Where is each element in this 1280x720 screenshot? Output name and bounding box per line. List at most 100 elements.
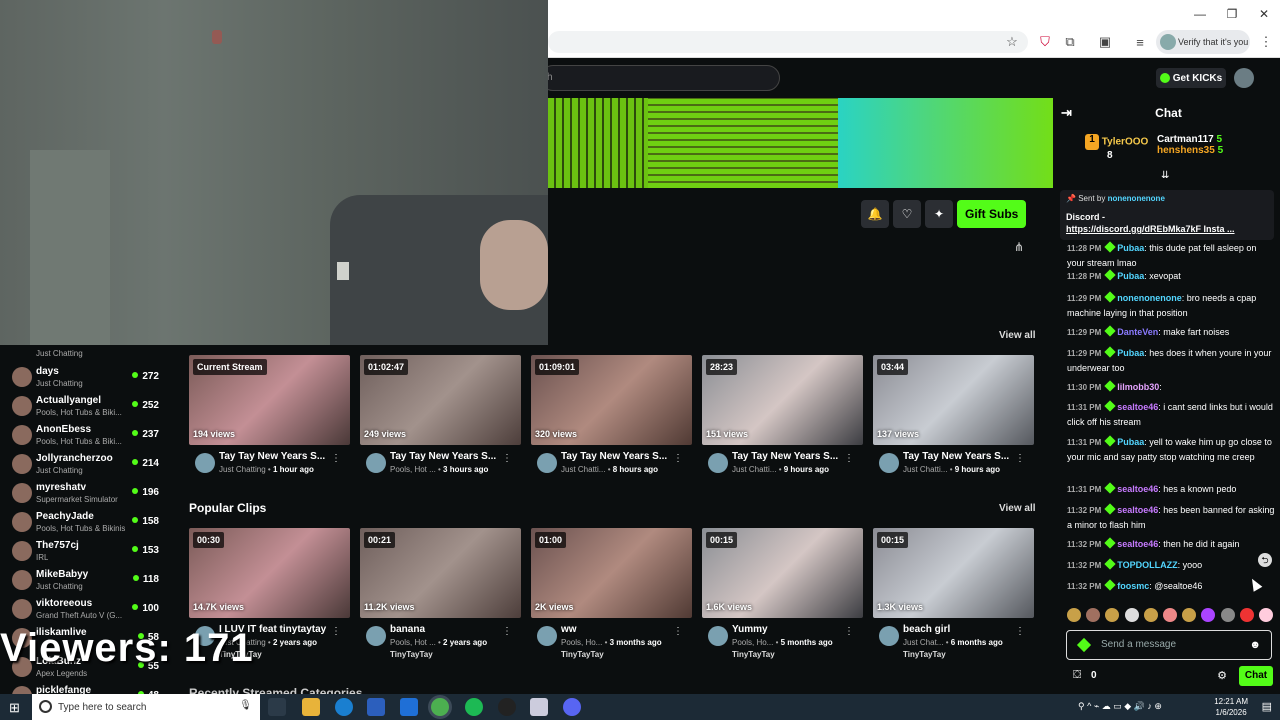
sidebar-channel[interactable]: viktoreeous Grand Theft Auto V (G... 100 — [10, 596, 165, 624]
channel-name[interactable]: TinyTayTay — [903, 650, 946, 659]
emote-icon[interactable] — [1143, 608, 1158, 622]
extension-shield-icon[interactable]: ⛉ — [1037, 34, 1053, 50]
share-icon[interactable]: ⋔ — [1014, 240, 1024, 254]
card-title[interactable]: Tay Tay New Years S... — [561, 451, 677, 462]
expand-gifters-icon[interactable]: ⇊ — [1161, 170, 1169, 181]
scroll-to-bottom-icon[interactable]: ⮌ — [1258, 553, 1272, 567]
bookmark-star-icon[interactable]: ☆ — [1004, 34, 1020, 50]
sidebar-channel[interactable]: Actuallyangel Pools, Hot Tubs & Biki... 25… — [10, 393, 165, 421]
avatar[interactable] — [366, 453, 386, 473]
view-all-videos-link[interactable]: View all — [999, 330, 1036, 341]
chat-settings-gear-icon[interactable]: ⚙ — [1217, 669, 1227, 682]
file-explorer-icon[interactable] — [302, 698, 320, 716]
windows-start-icon[interactable]: ⊞ — [9, 700, 20, 716]
screenshot-icon[interactable]: ▣ — [1097, 34, 1113, 50]
search-input[interactable]: h — [540, 65, 780, 91]
avatar[interactable] — [537, 453, 557, 473]
close-icon[interactable]: ✕ — [1248, 0, 1280, 28]
more-options-icon[interactable]: ⋮ — [673, 453, 683, 464]
discord-link[interactable]: https://discord.gg/dREbMka7kF Insta ... — [1066, 224, 1235, 234]
task-view-icon[interactable] — [268, 698, 286, 716]
card-title[interactable]: ww — [561, 624, 677, 635]
notifications-icon[interactable]: ▤ — [1262, 700, 1272, 713]
view-all-clips-link[interactable]: View all — [999, 503, 1036, 514]
get-kicks-button[interactable]: Get KICKs — [1156, 68, 1226, 88]
emote-icon[interactable] — [1220, 608, 1235, 622]
thumbnail[interactable]: 01:00 2K views — [531, 528, 692, 618]
chat-username[interactable]: nonenonenone — [1117, 293, 1182, 303]
thumbnail[interactable]: Current Stream 194 views — [189, 355, 350, 445]
chat-username[interactable]: Pubaa — [1117, 348, 1144, 358]
clip-card[interactable]: 00:21 11.2K views banana Pools, Hot ... … — [360, 528, 522, 659]
thumbnail[interactable]: 00:15 1.3K views — [873, 528, 1034, 618]
chat-username[interactable]: DanteVen — [1117, 327, 1158, 337]
video-card[interactable]: 28:23 151 views Tay Tay New Years S... J… — [702, 355, 864, 475]
mail-icon[interactable] — [400, 698, 418, 716]
more-options-icon[interactable]: ⋮ — [502, 626, 512, 637]
thumbnail[interactable]: 03:44 137 views — [873, 355, 1034, 445]
obs-icon[interactable] — [498, 698, 516, 716]
more-options-icon[interactable]: ⋮ — [331, 453, 341, 464]
emote-icon[interactable] — [1239, 608, 1254, 622]
emoji-icon[interactable]: ☻ — [1249, 639, 1261, 651]
more-options-icon[interactable]: ⋮ — [502, 453, 512, 464]
more-options-icon[interactable]: ⋮ — [1015, 626, 1025, 637]
sidebar-channel[interactable]: AnonEbess Pools, Hot Tubs & Biki... 237 — [10, 422, 165, 450]
emote-icon[interactable] — [1086, 608, 1101, 622]
avatar[interactable] — [708, 453, 728, 473]
card-title[interactable]: banana — [390, 624, 506, 635]
more-options-icon[interactable]: ⋮ — [844, 626, 854, 637]
more-options-icon[interactable]: ⋮ — [844, 453, 854, 464]
extensions-icon[interactable]: ⧉ — [1062, 34, 1078, 50]
card-title[interactable]: Tay Tay New Years S... — [903, 451, 1019, 462]
avatar[interactable] — [195, 453, 215, 473]
gift-subs-button[interactable]: Gift Subs — [957, 200, 1027, 228]
more-options-icon[interactable]: ⋮ — [331, 626, 341, 637]
more-options-icon[interactable]: ⋮ — [673, 626, 683, 637]
emote-icon[interactable] — [1162, 608, 1177, 622]
sidebar-channel[interactable]: The757cj IRL 153 — [10, 538, 165, 566]
address-bar[interactable] — [548, 31, 1028, 53]
channel-name[interactable]: TinyTayTay — [732, 650, 775, 659]
kicks-wallet-icon[interactable]: ⛋ — [1073, 669, 1081, 682]
emote-icon[interactable] — [1067, 608, 1081, 622]
chat-username[interactable]: lilmobb30 — [1117, 382, 1159, 392]
emote-icon[interactable] — [1201, 608, 1216, 622]
card-title[interactable]: Tay Tay New Years S... — [219, 451, 335, 462]
store-icon[interactable] — [367, 698, 385, 716]
chat-username[interactable]: sealtoe46 — [1117, 505, 1158, 515]
video-card[interactable]: Current Stream 194 views Tay Tay New Yea… — [189, 355, 351, 475]
notification-bell-icon[interactable]: 🔔 — [861, 200, 889, 228]
card-title[interactable]: Tay Tay New Years S... — [390, 451, 506, 462]
chrome-icon[interactable] — [431, 698, 449, 716]
video-card[interactable]: 01:02:47 249 views Tay Tay New Years S..… — [360, 355, 522, 475]
menu-dots-icon[interactable]: ⋮ — [1258, 34, 1274, 50]
thumbnail[interactable]: 00:30 14.7K views — [189, 528, 350, 618]
avatar[interactable] — [708, 626, 728, 646]
chat-username[interactable]: sealtoe46 — [1117, 484, 1158, 494]
taskbar-search[interactable]: Type here to search 🎙 — [32, 694, 260, 720]
chat-username[interactable]: Pubaa — [1117, 271, 1144, 281]
sidebar-channel[interactable]: PeachyJade Pools, Hot Tubs & Bikinis 158 — [10, 509, 165, 537]
spotify-icon[interactable] — [465, 698, 483, 716]
chat-username[interactable]: sealtoe46 — [1117, 402, 1158, 412]
pinned-message[interactable]: 📌 Sent by nonenonenone Discord - https:/… — [1060, 190, 1274, 240]
collapse-chat-icon[interactable]: ⇥ — [1061, 98, 1072, 128]
avatar[interactable] — [366, 626, 386, 646]
chat-username[interactable]: sealtoe46 — [1117, 539, 1158, 549]
sidebar-channel[interactable]: days Just Chatting 272 — [10, 364, 165, 392]
sidebar-channel[interactable]: Jollyrancherzoo Just Chatting 214 — [10, 451, 165, 479]
emote-icon[interactable] — [1182, 608, 1197, 622]
chat-username[interactable]: Pubaa — [1117, 437, 1144, 447]
avatar[interactable] — [879, 626, 899, 646]
chat-username[interactable]: foosmc — [1117, 581, 1149, 591]
user-avatar[interactable] — [1234, 68, 1254, 88]
restore-icon[interactable]: ❐ — [1216, 0, 1248, 28]
thumbnail[interactable]: 28:23 151 views — [702, 355, 863, 445]
video-card[interactable]: 03:44 137 views Tay Tay New Years S... J… — [873, 355, 1035, 475]
sidebar-channel[interactable]: MikeBabyy Just Chatting 118 — [10, 567, 165, 595]
clip-card[interactable]: 00:15 1.3K views beach girl Just Chat...… — [873, 528, 1035, 659]
emote-icon[interactable] — [1258, 608, 1273, 622]
channel-name[interactable]: TinyTayTay — [561, 650, 604, 659]
more-options-icon[interactable]: ⋮ — [1015, 453, 1025, 464]
